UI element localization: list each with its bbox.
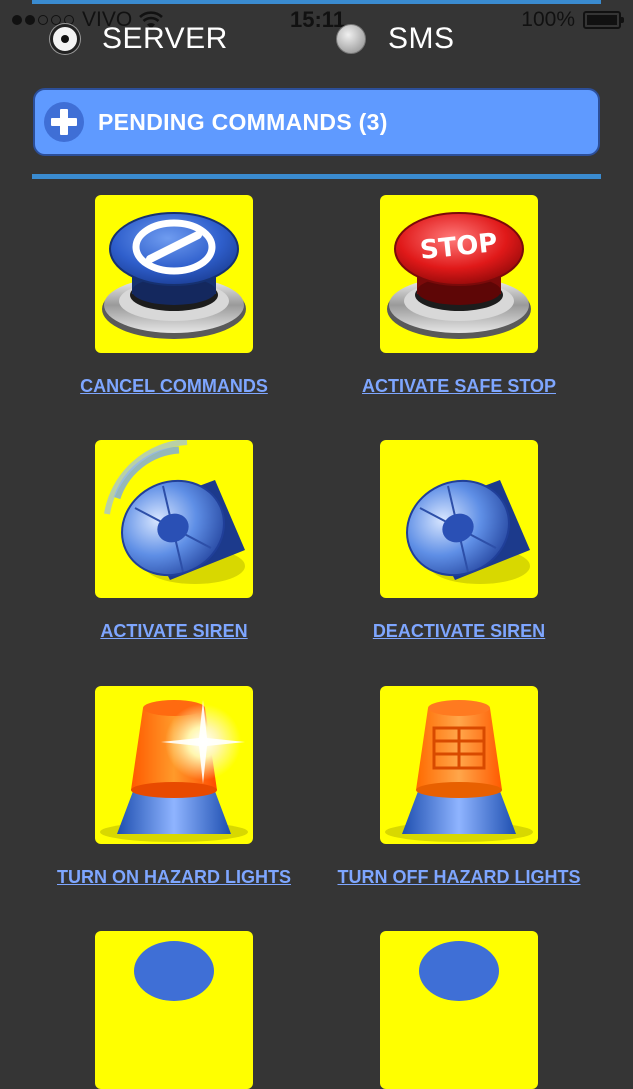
turn-off-hazard-lights-link[interactable]: TURN OFF HAZARD LIGHTS [314, 867, 604, 888]
section-divider [32, 174, 601, 179]
activate-safe-stop-link[interactable]: ACTIVATE SAFE STOP [314, 376, 604, 397]
radio-unselected-icon [336, 24, 366, 54]
activate-siren-tile[interactable] [95, 440, 253, 598]
hazard-light-off-icon [385, 700, 533, 842]
plus-icon [44, 102, 84, 142]
server-radio-label: SERVER [102, 22, 228, 55]
activate-siren-link[interactable]: ACTIVATE SIREN [29, 621, 319, 642]
siren-icon [406, 479, 530, 584]
sms-radio[interactable]: SMS [336, 22, 455, 56]
hazard-off-tile[interactable] [380, 686, 538, 844]
deactivate-siren-link[interactable]: DEACTIVATE SIREN [314, 621, 604, 642]
blue-dome-icon [134, 941, 214, 1001]
hazard-on-tile[interactable] [95, 686, 253, 844]
turn-on-hazard-lights-link[interactable]: TURN ON HAZARD LIGHTS [29, 867, 319, 888]
stop-button-icon: STOP [387, 212, 531, 339]
blue-dome-icon [419, 941, 499, 1001]
cancel-commands-link[interactable]: CANCEL COMMANDS [29, 376, 319, 397]
cancel-button-icon [102, 212, 246, 339]
hazard-light-on-icon [100, 700, 248, 842]
pending-commands-button[interactable]: PENDING COMMANDS (3) [33, 88, 600, 156]
deactivate-siren-tile[interactable] [380, 440, 538, 598]
sms-radio-label: SMS [388, 22, 455, 55]
partial-tile-left[interactable] [95, 931, 253, 1089]
server-radio[interactable]: SERVER [50, 22, 228, 56]
partial-tile-right[interactable] [380, 931, 538, 1089]
pending-commands-label: PENDING COMMANDS (3) [98, 108, 388, 135]
mode-selector: SERVER SMS [0, 22, 633, 60]
radio-selected-icon [50, 24, 80, 54]
safe-stop-tile[interactable]: STOP [380, 195, 538, 353]
siren-active-icon [104, 440, 245, 584]
cancel-commands-tile[interactable] [95, 195, 253, 353]
